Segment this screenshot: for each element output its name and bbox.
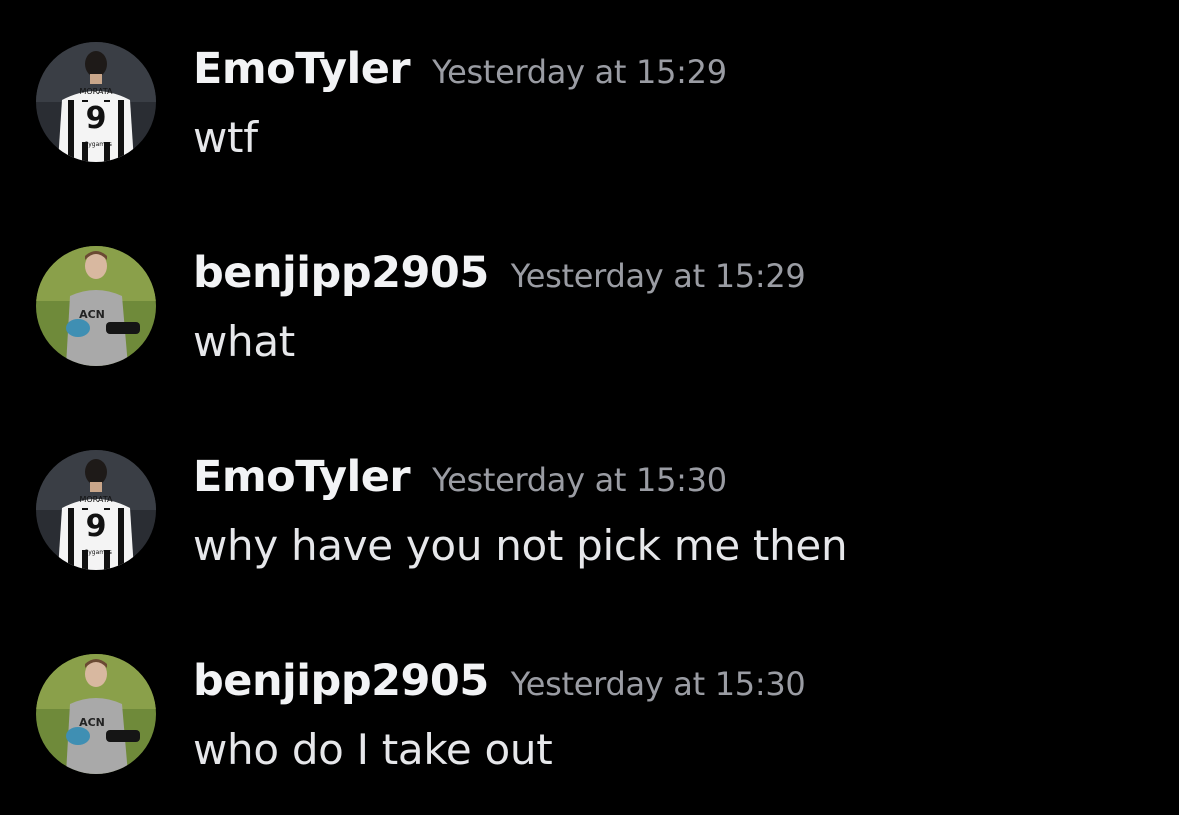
timestamp: Yesterday at 15:30 [432, 461, 727, 499]
shirt-text: ACN [79, 308, 105, 321]
player-avatar-image: MORATA 9 Cygames [36, 450, 156, 570]
sponsor-text: Cygames [84, 141, 112, 148]
message-header: EmoTyler Yesterday at 15:30 [193, 452, 727, 511]
jersey-number-text: 9 [86, 101, 107, 136]
message-header: benjipp2905 Yesterday at 15:29 [193, 248, 806, 307]
timestamp: Yesterday at 15:29 [432, 53, 727, 91]
message-content: why have you not pick me then [193, 521, 848, 570]
message-item: ACN benjipp2905 Yesterday at 15:30 who do… [0, 654, 1179, 794]
avatar[interactable]: MORATA 9 Cygames [36, 42, 156, 162]
sponsor-text: Cygames [84, 549, 112, 556]
message-content: who do I take out [193, 725, 553, 774]
chat-message-list: MORATA 9 Cygames EmoTyler Yesterday at 15… [0, 0, 1179, 815]
username[interactable]: benjipp2905 [193, 656, 489, 706]
message-content: wtf [193, 113, 258, 162]
username[interactable]: EmoTyler [193, 44, 411, 94]
timestamp: Yesterday at 15:29 [510, 257, 806, 295]
jersey-name-text: MORATA [79, 87, 113, 96]
message-header: EmoTyler Yesterday at 15:29 [193, 44, 727, 103]
message-header: benjipp2905 Yesterday at 15:30 [193, 656, 806, 715]
message-item: MORATA 9 Cygames EmoTyler Yesterday at 15… [0, 450, 1179, 590]
username[interactable]: EmoTyler [193, 452, 411, 502]
shirt-text: ACN [79, 716, 105, 729]
player-avatar-image: MORATA 9 Cygames [36, 42, 156, 162]
goalkeeper-avatar-image: ACN [36, 654, 156, 774]
avatar[interactable]: MORATA 9 Cygames [36, 450, 156, 570]
timestamp: Yesterday at 15:30 [510, 665, 806, 703]
message-item: MORATA 9 Cygames EmoTyler Yesterday at 15… [0, 42, 1179, 182]
message-content: what [193, 317, 295, 366]
jersey-number-text: 9 [86, 509, 107, 544]
message-item: ACN benjipp2905 Yesterday at 15:29 what [0, 246, 1179, 386]
goalkeeper-avatar-image: ACN [36, 246, 156, 366]
username[interactable]: benjipp2905 [193, 248, 489, 298]
jersey-name-text: MORATA [79, 495, 113, 504]
avatar[interactable]: ACN [36, 654, 156, 774]
avatar[interactable]: ACN [36, 246, 156, 366]
